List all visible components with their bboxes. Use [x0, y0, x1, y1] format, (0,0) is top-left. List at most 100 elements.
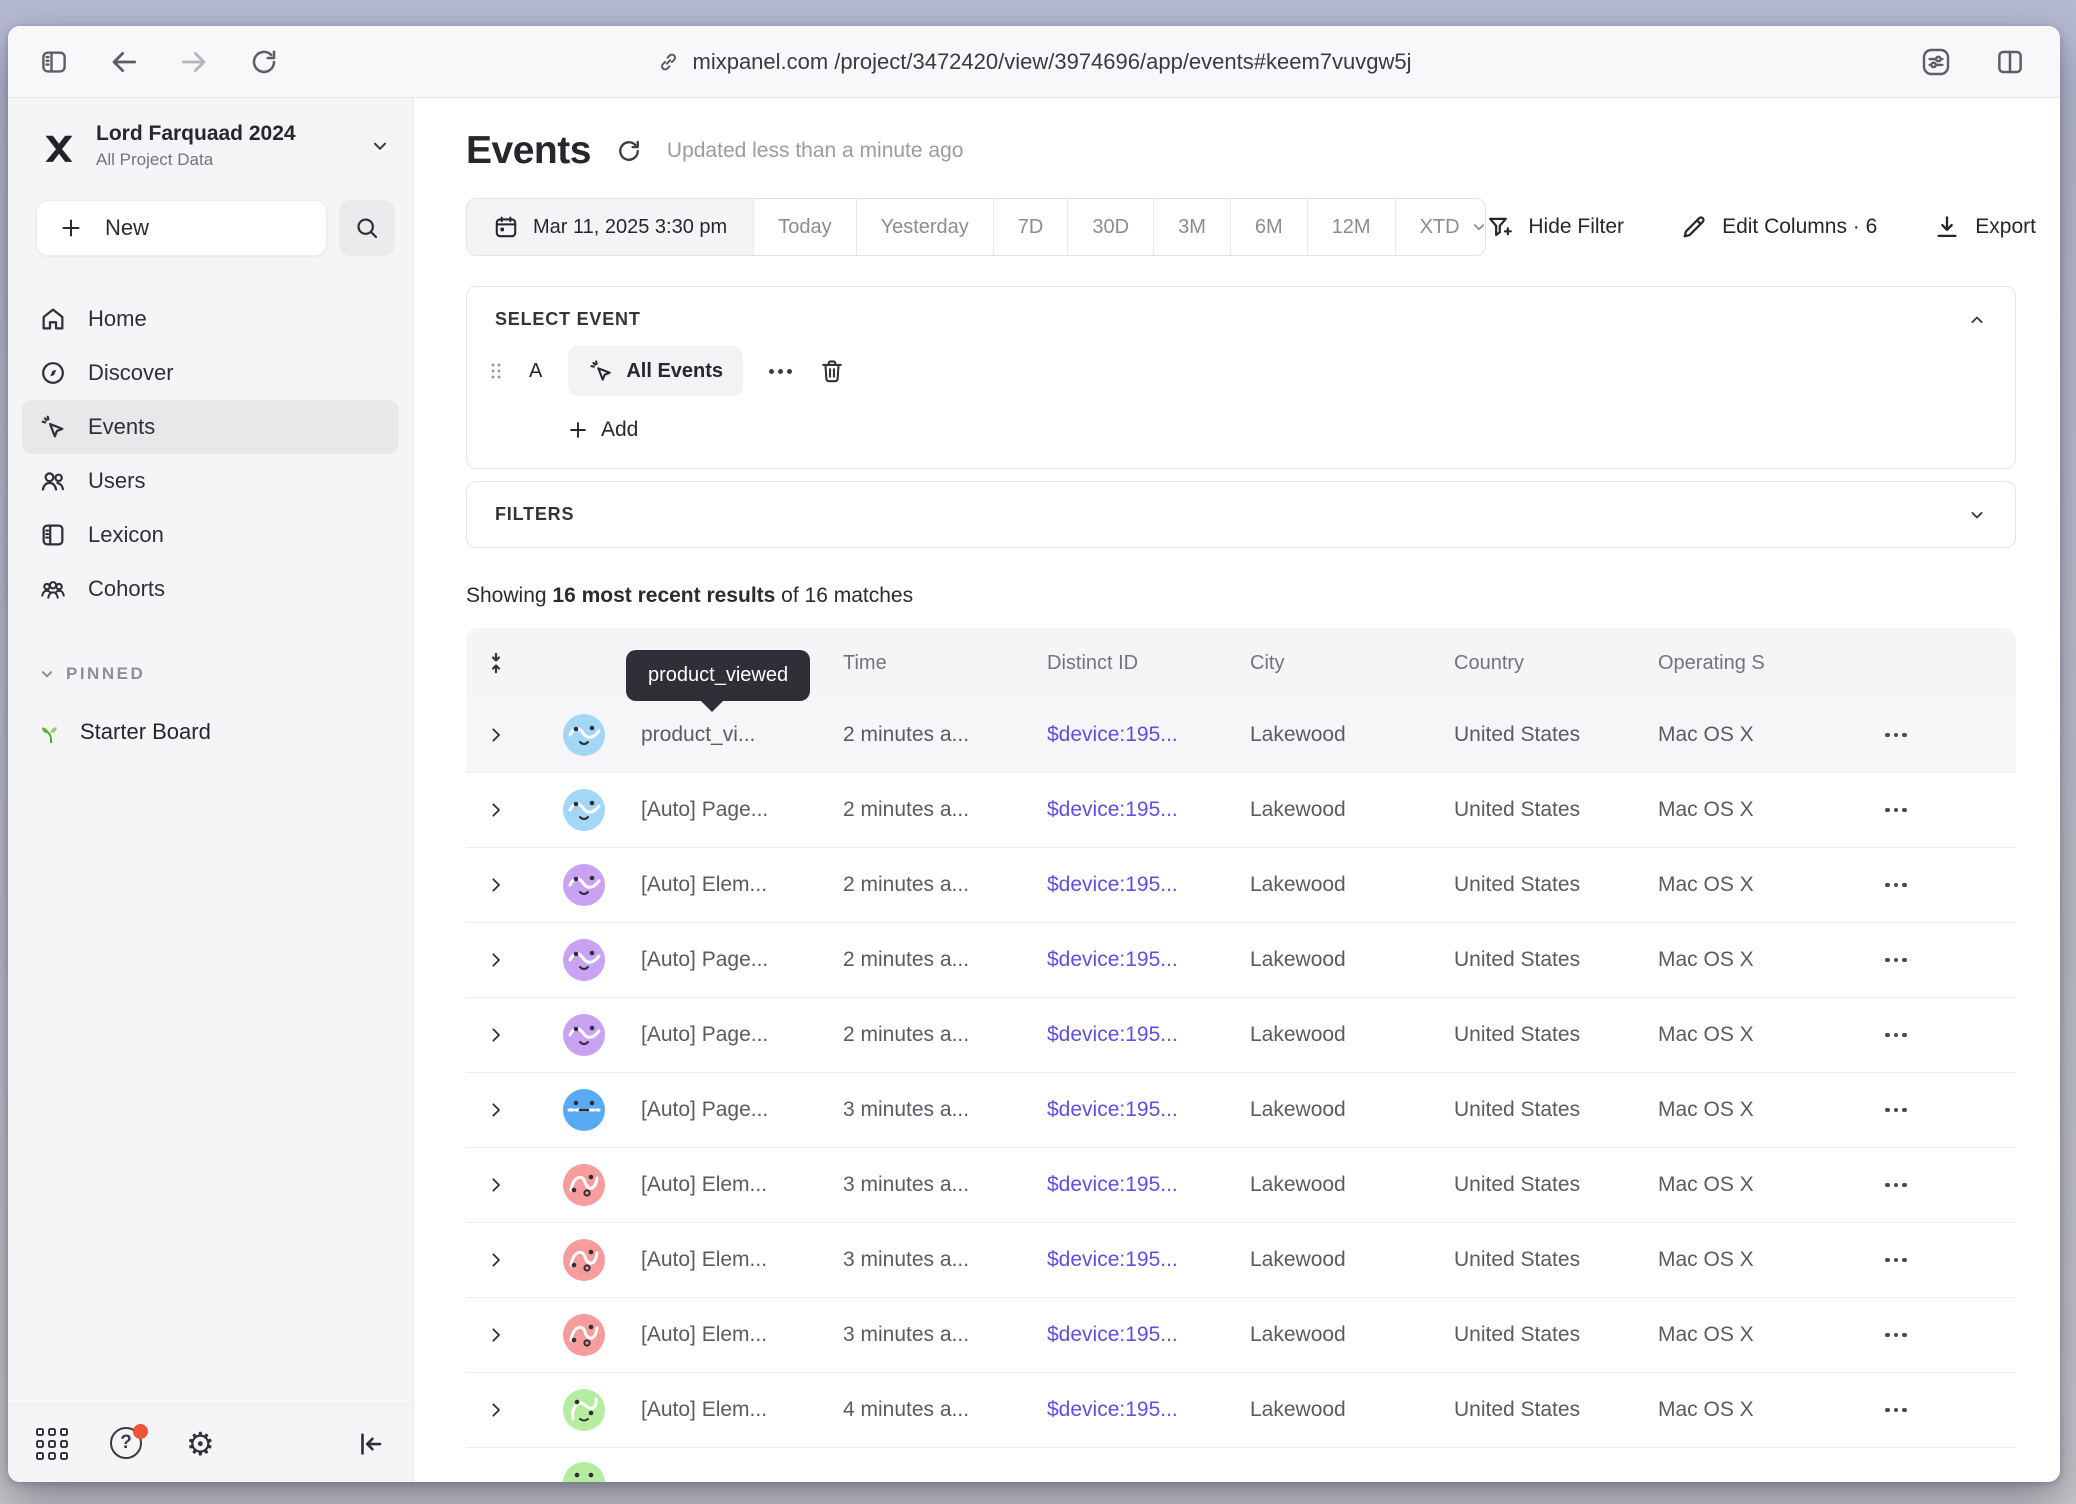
- distinct-id-link[interactable]: $device:195...: [1047, 1173, 1250, 1197]
- row-actions-button[interactable]: [1877, 883, 2016, 888]
- row-actions-button[interactable]: [1877, 1408, 2016, 1413]
- row-actions-button[interactable]: [1877, 1258, 2016, 1263]
- row-expand-chevron[interactable]: [466, 801, 526, 819]
- row-expand-chevron[interactable]: [466, 951, 526, 969]
- preset-3m[interactable]: 3M: [1153, 199, 1230, 255]
- chevron-down-icon[interactable]: [1967, 505, 1987, 525]
- sidebar-footer: ? ⚙: [8, 1404, 413, 1482]
- preset-yesterday[interactable]: Yesterday: [856, 199, 993, 255]
- distinct-id-link[interactable]: $device:195...: [1047, 948, 1250, 972]
- preset-6m[interactable]: 6M: [1230, 199, 1307, 255]
- chevron-up-icon[interactable]: [1967, 310, 1987, 330]
- distinct-id-link[interactable]: $device:195...: [1047, 798, 1250, 822]
- preset-30d[interactable]: 30D: [1067, 199, 1153, 255]
- hide-filter-button[interactable]: Hide Filter: [1486, 213, 1624, 241]
- row-actions-button[interactable]: [1877, 733, 2016, 738]
- table-row[interactable]: [Auto] Elem... 2 minutes a... $device:19…: [466, 848, 2016, 923]
- distinct-id-link[interactable]: $device:195...: [1047, 1398, 1250, 1422]
- collapse-sidebar-icon[interactable]: [355, 1429, 385, 1459]
- gear-icon[interactable]: ⚙: [186, 1428, 215, 1460]
- sidebar-item-cohorts[interactable]: Cohorts: [22, 562, 399, 616]
- column-header-time[interactable]: Time: [843, 652, 1047, 675]
- pinned-section-header[interactable]: PINNED: [38, 664, 399, 684]
- distinct-id-link[interactable]: $device:195...: [1047, 1023, 1250, 1047]
- row-actions-button[interactable]: [1877, 1333, 2016, 1338]
- row-actions-button[interactable]: [1877, 1033, 2016, 1038]
- back-icon[interactable]: [108, 46, 140, 78]
- column-header-country[interactable]: Country: [1454, 652, 1658, 675]
- preset-xtd[interactable]: XTD: [1395, 199, 1487, 255]
- page-settings-icon[interactable]: [1920, 46, 1952, 78]
- event-avatar: [563, 939, 605, 981]
- row-expand-chevron[interactable]: [466, 1101, 526, 1119]
- split-view-icon[interactable]: [1994, 46, 2026, 78]
- table-row[interactable]: [Auto] Elem... 4 minutes a... $device:19…: [466, 1373, 2016, 1448]
- drag-handle-icon[interactable]: [489, 361, 503, 381]
- distinct-id-link[interactable]: $device:195...: [1047, 873, 1250, 897]
- row-expand-chevron[interactable]: [466, 1251, 526, 1269]
- row-actions-button[interactable]: [1877, 1108, 2016, 1113]
- distinct-id-link[interactable]: $device:195...: [1047, 1248, 1250, 1272]
- row-expand-chevron[interactable]: [466, 1401, 526, 1419]
- table-row[interactable]: [Auto] Page... 2 minutes a... $device:19…: [466, 773, 2016, 848]
- sidebar-item-users[interactable]: Users: [22, 454, 399, 508]
- help-button[interactable]: ?: [110, 1427, 144, 1461]
- table-row[interactable]: [Auto] Elem... 3 minutes a... $device:19…: [466, 1148, 2016, 1223]
- table-row[interactable]: [Auto] Page... 2 minutes a... $device:19…: [466, 998, 2016, 1073]
- sidebar-item-lexicon[interactable]: Lexicon: [22, 508, 399, 562]
- column-header-city[interactable]: City: [1250, 652, 1454, 675]
- edit-columns-button[interactable]: Edit Columns · 6: [1680, 213, 1877, 241]
- export-button[interactable]: Export: [1933, 213, 2036, 241]
- event-country: United States: [1454, 798, 1658, 822]
- table-row[interactable]: [466, 1448, 2016, 1482]
- row-expand-chevron[interactable]: [466, 726, 526, 744]
- row-expand-chevron[interactable]: [466, 876, 526, 894]
- main-content: Events Updated less than a minute ago Ma…: [414, 98, 2060, 1482]
- event-avatar: [563, 1164, 605, 1206]
- row-expand-chevron[interactable]: [466, 1326, 526, 1344]
- reload-icon[interactable]: [248, 46, 280, 78]
- sidebar-item-discover[interactable]: Discover: [22, 346, 399, 400]
- event-selector-chip[interactable]: All Events: [568, 346, 743, 396]
- preset-12m[interactable]: 12M: [1307, 199, 1395, 255]
- sidebar: Lord Farquaad 2024 All Project Data New: [8, 98, 414, 1482]
- event-time: 3 minutes a...: [843, 1323, 1047, 1347]
- sidebar-item-home[interactable]: Home: [22, 292, 399, 346]
- distinct-id-link[interactable]: $device:195...: [1047, 723, 1250, 747]
- preset-7d[interactable]: 7D: [993, 199, 1068, 255]
- event-time: 4 minutes a...: [843, 1398, 1047, 1422]
- distinct-id-link[interactable]: $device:195...: [1047, 1098, 1250, 1122]
- more-options-icon[interactable]: [769, 369, 792, 374]
- event-os: Mac OS X: [1658, 1248, 1877, 1272]
- event-country: United States: [1454, 723, 1658, 747]
- apps-grid-icon[interactable]: [36, 1428, 68, 1460]
- row-actions-button[interactable]: [1877, 808, 2016, 813]
- event-country: United States: [1454, 873, 1658, 897]
- table-row[interactable]: [Auto] Elem... 3 minutes a... $device:19…: [466, 1298, 2016, 1373]
- new-button[interactable]: New: [36, 200, 327, 256]
- distinct-id-link[interactable]: $device:195...: [1047, 1323, 1250, 1347]
- search-button[interactable]: [339, 200, 395, 256]
- sidebar-toggle-icon[interactable]: [38, 46, 70, 78]
- add-event-button[interactable]: Add: [567, 418, 2015, 442]
- date-range-current[interactable]: Mar 11, 2025 3:30 pm: [467, 199, 753, 255]
- table-row[interactable]: [Auto] Page... 3 minutes a... $device:19…: [466, 1073, 2016, 1148]
- url-bar[interactable]: mixpanel.com/project/3472420/view/397469…: [656, 49, 1411, 75]
- collapse-rows-icon[interactable]: [466, 652, 526, 674]
- event-time: 3 minutes a...: [843, 1173, 1047, 1197]
- row-actions-button[interactable]: [1877, 1183, 2016, 1188]
- row-actions-button[interactable]: [1877, 958, 2016, 963]
- project-switcher[interactable]: Lord Farquaad 2024 All Project Data: [38, 122, 391, 170]
- column-header-distinct-id[interactable]: Distinct ID: [1047, 652, 1250, 675]
- preset-today[interactable]: Today: [753, 199, 855, 255]
- table-row[interactable]: [Auto] Page... 2 minutes a... $device:19…: [466, 923, 2016, 998]
- column-header-os[interactable]: Operating S: [1658, 652, 1877, 675]
- sidebar-item-events[interactable]: Events: [22, 400, 399, 454]
- table-row[interactable]: product_vi... 2 minutes a... $device:195…: [466, 698, 2016, 773]
- trash-icon[interactable]: [818, 357, 846, 385]
- sidebar-item-starter-board[interactable]: Starter Board: [24, 708, 399, 756]
- row-expand-chevron[interactable]: [466, 1026, 526, 1044]
- refresh-icon[interactable]: [615, 137, 643, 165]
- table-row[interactable]: [Auto] Elem... 3 minutes a... $device:19…: [466, 1223, 2016, 1298]
- row-expand-chevron[interactable]: [466, 1176, 526, 1194]
